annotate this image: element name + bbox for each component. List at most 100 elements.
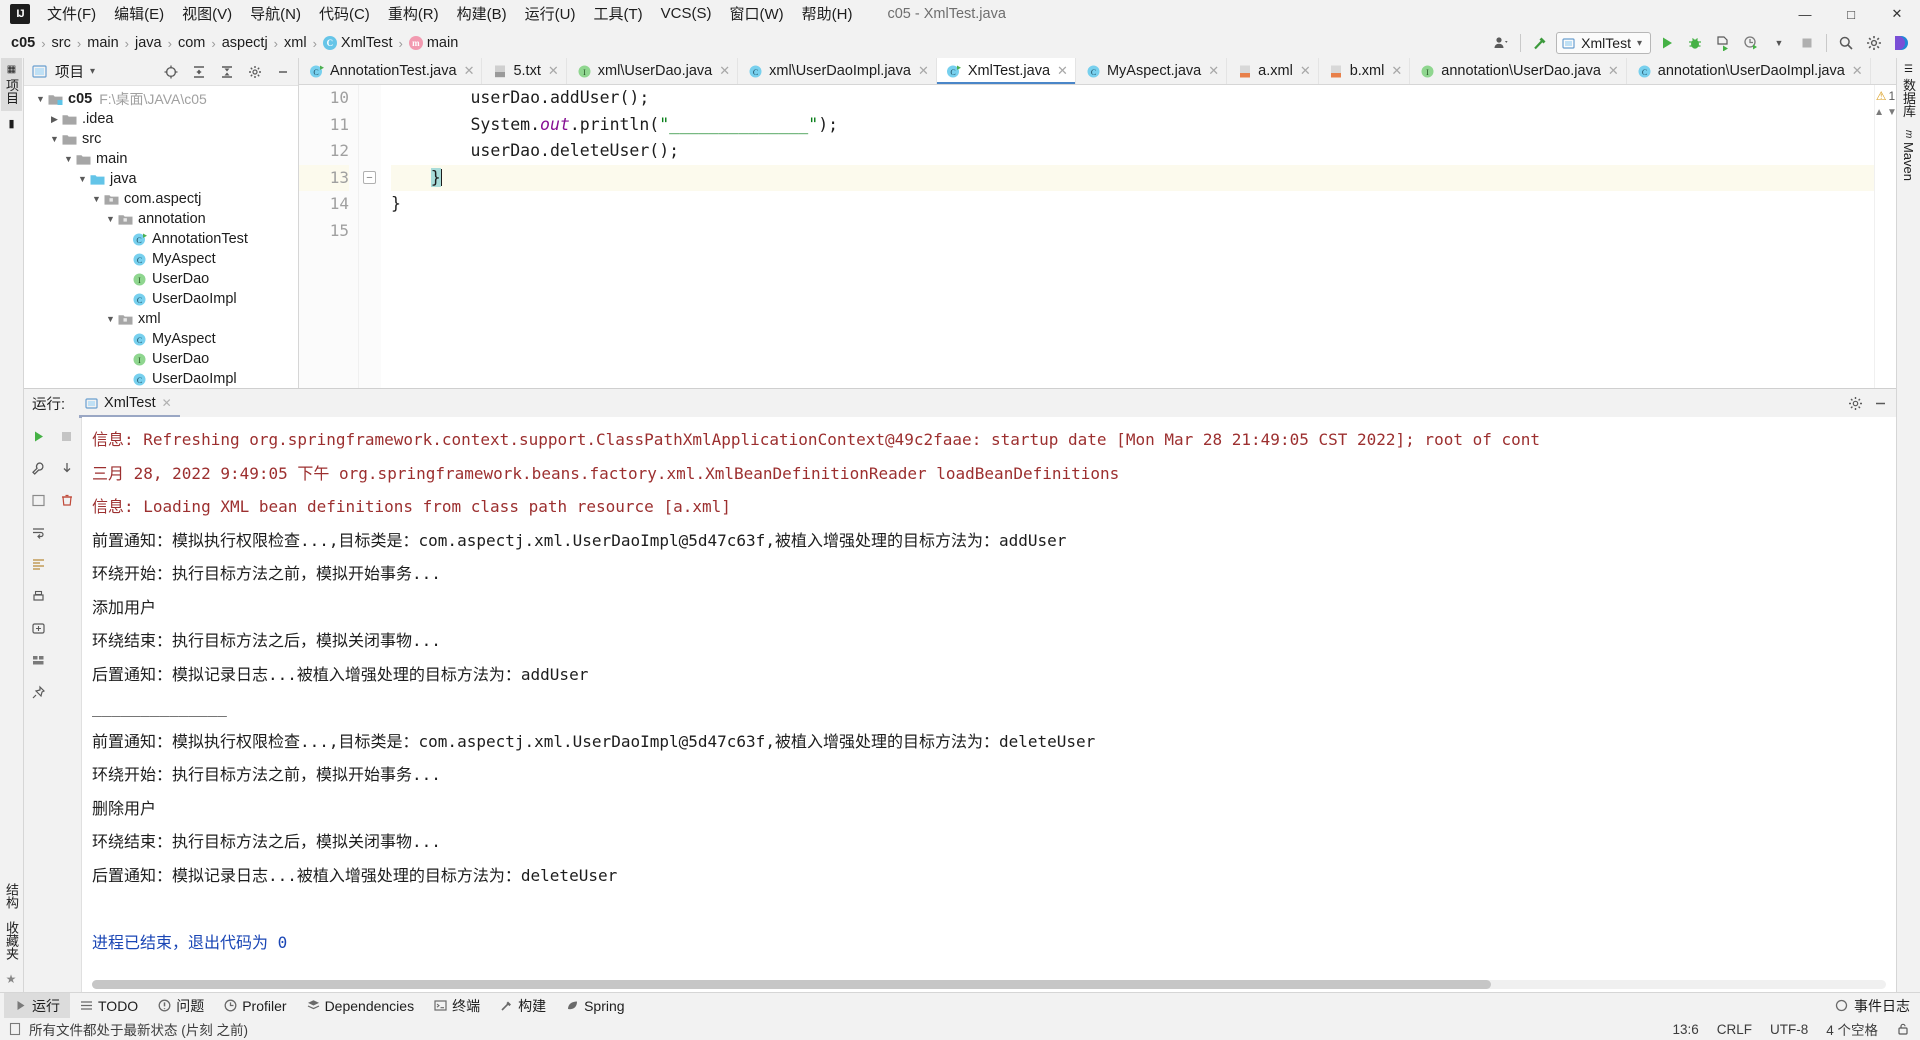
stop-button[interactable] bbox=[1795, 31, 1819, 55]
maximize-button[interactable]: □ bbox=[1828, 0, 1874, 28]
breadcrumb-xml[interactable]: xml bbox=[281, 34, 310, 52]
editor-tab[interactable]: Cxml\UserDaoImpl.java ✕ bbox=[738, 58, 937, 84]
menu-code[interactable]: 代码(C) bbox=[310, 0, 379, 27]
editor-tab[interactable]: C AnnotationTest.java ✕ bbox=[299, 58, 483, 84]
tool-window-button-7[interactable]: Spring bbox=[556, 995, 634, 1017]
menu-navigate[interactable]: 导航(N) bbox=[241, 0, 310, 27]
code-editor[interactable]: 10 11 12 13 14 15 − userDao.addUser(); S… bbox=[299, 85, 1897, 388]
strip-favorites-star-icon[interactable]: ★ bbox=[3, 966, 20, 992]
project-settings-icon[interactable] bbox=[244, 61, 266, 83]
stop-process-button[interactable] bbox=[54, 423, 80, 449]
chevron-down-icon[interactable]: ▼ bbox=[90, 193, 103, 206]
debug-button[interactable] bbox=[1683, 31, 1707, 55]
breadcrumb-java[interactable]: java bbox=[132, 34, 165, 52]
editor-tab[interactable]: C XmlTest.java ✕ bbox=[936, 58, 1076, 84]
profile-dropdown-icon[interactable]: ▼ bbox=[1767, 31, 1791, 55]
menu-file[interactable]: 文件(F) bbox=[38, 0, 105, 27]
menu-help[interactable]: 帮助(H) bbox=[793, 0, 862, 27]
chevron-down-icon[interactable]: ▼ bbox=[48, 133, 61, 146]
indent-setting[interactable]: 4 个空格 bbox=[1826, 1019, 1878, 1039]
tool-window-button-5[interactable]: 终端 bbox=[424, 993, 490, 1019]
close-icon[interactable]: ✕ bbox=[1300, 63, 1311, 79]
menu-window[interactable]: 窗口(W) bbox=[720, 0, 792, 27]
menu-edit[interactable]: 编辑(E) bbox=[105, 0, 173, 27]
close-icon[interactable]: ✕ bbox=[1391, 63, 1402, 79]
tool-window-button-3[interactable]: Profiler bbox=[214, 995, 296, 1017]
breadcrumb-c05[interactable]: c05 bbox=[8, 34, 38, 52]
strip-database-button[interactable]: ☰ 数据库 bbox=[1898, 58, 1919, 124]
code-text[interactable]: userDao.addUser(); System.out.println("_… bbox=[381, 85, 1874, 388]
console-horizontal-scrollbar[interactable] bbox=[92, 980, 1886, 989]
tree-row[interactable]: ▼ com.aspectj bbox=[24, 189, 298, 209]
collapse-all-icon[interactable] bbox=[216, 61, 238, 83]
pin-icon[interactable] bbox=[25, 679, 51, 705]
build-hammer-icon[interactable] bbox=[1528, 31, 1552, 55]
settings-gear-icon[interactable] bbox=[1848, 396, 1863, 411]
menu-build[interactable]: 构建(B) bbox=[448, 0, 516, 27]
caret-position[interactable]: 13:6 bbox=[1672, 1022, 1698, 1037]
tool-window-button-4[interactable]: Dependencies bbox=[297, 995, 425, 1017]
breadcrumb-com[interactable]: com bbox=[175, 34, 208, 52]
close-icon[interactable]: ✕ bbox=[1208, 63, 1219, 79]
tree-row[interactable]: C MyAspect bbox=[24, 249, 298, 269]
close-icon[interactable]: ✕ bbox=[162, 396, 172, 410]
breadcrumb-main-method[interactable]: m main bbox=[406, 34, 461, 52]
inspection-up-icon[interactable]: ▲ bbox=[1874, 107, 1884, 118]
scroll-from-source-icon[interactable] bbox=[160, 61, 182, 83]
profile-button[interactable] bbox=[1739, 31, 1763, 55]
menu-tools[interactable]: 工具(T) bbox=[584, 0, 651, 27]
tool-window-button-2[interactable]: 问题 bbox=[148, 993, 214, 1019]
tool-window-button-6[interactable]: 构建 bbox=[490, 993, 556, 1019]
editor-tab[interactable]: Ixml\UserDao.java ✕ bbox=[567, 58, 739, 84]
toolbox-icon[interactable] bbox=[1890, 31, 1914, 55]
code-fold-icon[interactable]: − bbox=[363, 171, 376, 184]
project-dropdown-icon[interactable]: ▾ bbox=[90, 66, 95, 77]
editor-tab[interactable]: C MyAspect.java ✕ bbox=[1076, 58, 1228, 84]
tree-row[interactable]: C AnnotationTest bbox=[24, 229, 298, 249]
scrollbar-thumb[interactable] bbox=[92, 980, 1492, 989]
close-icon[interactable]: ✕ bbox=[1852, 63, 1863, 79]
delete-icon[interactable] bbox=[54, 487, 80, 513]
event-log-button[interactable]: 事件日志 bbox=[1835, 996, 1920, 1016]
menu-refactor[interactable]: 重构(R) bbox=[379, 0, 448, 27]
editor-tab[interactable]: a.xml ✕ bbox=[1227, 58, 1319, 84]
close-icon[interactable]: ✕ bbox=[719, 63, 730, 79]
run-tab-xmltest[interactable]: XmlTest ✕ bbox=[79, 393, 180, 418]
menu-run[interactable]: 运行(U) bbox=[516, 0, 585, 27]
lock-icon[interactable] bbox=[1896, 1022, 1910, 1036]
breadcrumb-aspectj[interactable]: aspectj bbox=[219, 34, 271, 52]
menu-view[interactable]: 视图(V) bbox=[173, 0, 241, 27]
tree-row[interactable]: ▼ xml bbox=[24, 309, 298, 329]
file-encoding[interactable]: UTF-8 bbox=[1770, 1022, 1808, 1037]
fold-gutter[interactable]: − bbox=[359, 85, 381, 388]
chevron-down-icon[interactable]: ▼ bbox=[104, 213, 117, 226]
editor-tab[interactable]: Cannotation\UserDaoImpl.java ✕ bbox=[1627, 58, 1871, 84]
editor-tab[interactable]: 5.txt ✕ bbox=[482, 58, 567, 84]
chevron-down-icon[interactable]: ▼ bbox=[76, 173, 89, 186]
chevron-down-icon[interactable]: ▼ bbox=[34, 93, 47, 106]
minimize-button[interactable]: — bbox=[1782, 0, 1828, 28]
close-icon[interactable]: ✕ bbox=[1057, 63, 1068, 79]
close-icon[interactable]: ✕ bbox=[548, 63, 559, 79]
tool-window-button-1[interactable]: TODO bbox=[70, 995, 148, 1017]
chevron-down-icon[interactable]: ▼ bbox=[104, 313, 117, 326]
rerun-button[interactable] bbox=[25, 423, 51, 449]
chevron-down-icon[interactable]: ▼ bbox=[62, 153, 75, 166]
tree-row[interactable]: ▼ main bbox=[24, 149, 298, 169]
run-with-coverage-button[interactable] bbox=[1711, 31, 1735, 55]
breadcrumb-xmltest[interactable]: C XmlTest bbox=[320, 34, 396, 52]
strip-bookmarks-icon[interactable]: ▮ bbox=[3, 111, 20, 136]
tree-row[interactable]: C UserDaoImpl bbox=[24, 369, 298, 388]
line-separator[interactable]: CRLF bbox=[1717, 1022, 1752, 1037]
tree-row[interactable]: C MyAspect bbox=[24, 329, 298, 349]
project-tree[interactable]: ▼ c05 F:\桌面\JAVA\c05 ▶ .idea ▼ src ▼ main ▼ java ▼ c… bbox=[24, 86, 298, 388]
tree-row[interactable]: ▼ c05 F:\桌面\JAVA\c05 bbox=[24, 89, 298, 109]
strip-maven-button[interactable]: m Maven bbox=[1900, 124, 1917, 187]
scroll-down-icon[interactable] bbox=[54, 455, 80, 481]
close-icon[interactable]: ✕ bbox=[464, 63, 475, 79]
chevron-right-icon[interactable]: ▶ bbox=[48, 113, 61, 126]
warning-count-badge[interactable]: ⚠ 1 bbox=[1876, 89, 1895, 103]
hide-panel-icon[interactable] bbox=[272, 61, 294, 83]
user-account-icon[interactable] bbox=[1489, 31, 1513, 55]
strip-structure-button[interactable]: 结构 bbox=[1, 877, 22, 915]
